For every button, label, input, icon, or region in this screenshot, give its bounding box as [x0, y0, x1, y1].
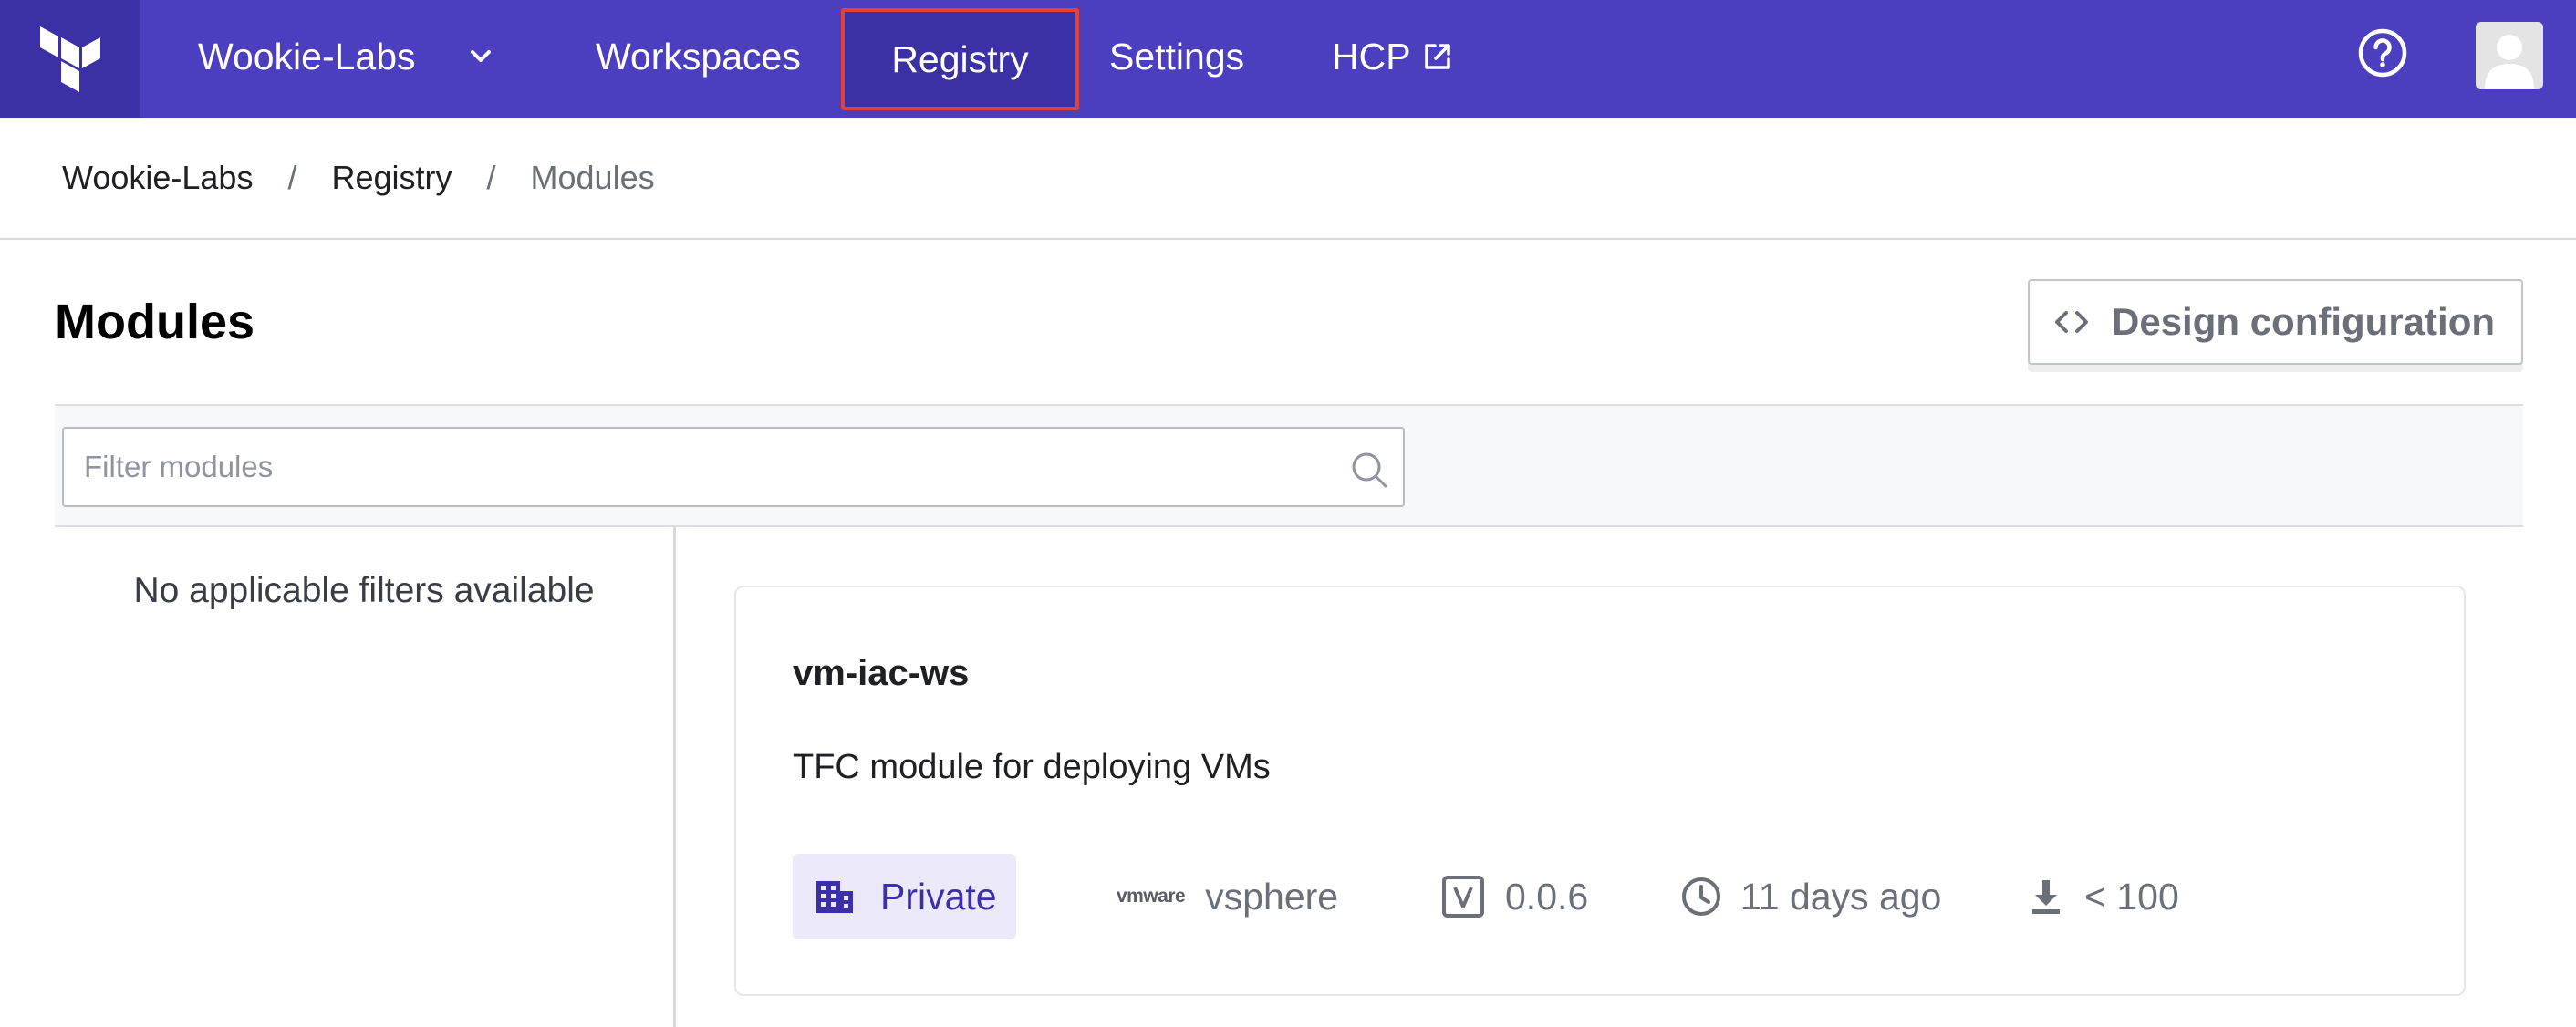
breadcrumb-separator: /: [287, 159, 297, 196]
breadcrumb-org[interactable]: Wookie-Labs: [62, 159, 253, 197]
filter-field: [62, 427, 1405, 507]
search-icon: [1352, 452, 1387, 488]
breadcrumb-separator: /: [486, 159, 496, 196]
download-icon: [2032, 880, 2060, 914]
terraform-logo[interactable]: [0, 0, 140, 118]
nav-hcp[interactable]: HCP: [1332, 27, 1453, 86]
user-avatar-icon: [2485, 35, 2534, 89]
module-provider: vmware vsphere: [1117, 854, 1338, 939]
module-updated: 11 days ago: [1680, 854, 1941, 939]
external-link-icon: [1424, 44, 1450, 69]
org-switcher[interactable]: Wookie-Labs: [198, 27, 494, 86]
nav-registry[interactable]: Registry: [841, 8, 1079, 110]
breadcrumb-modules: Modules: [530, 159, 655, 196]
filter-bar: [55, 404, 2523, 527]
vmware-logo: vmware: [1117, 886, 1186, 907]
design-configuration-label: Design configuration: [2112, 300, 2495, 343]
module-downloads: < 100: [2030, 854, 2179, 939]
nav-settings[interactable]: Settings: [1109, 27, 1244, 86]
breadcrumb: Wookie-Labs / Registry / Modules: [62, 155, 655, 201]
updated-label: 11 days ago: [1740, 875, 1942, 918]
chevron-down-icon: [467, 43, 494, 70]
code-icon: [2055, 311, 2088, 333]
breadcrumb-registry[interactable]: Registry: [331, 159, 452, 197]
divider: [0, 238, 2576, 240]
module-meta: Private vmware vsphere 0.0.6 11 days ago: [793, 854, 2435, 939]
module-name[interactable]: vm-iac-ws: [793, 653, 969, 694]
version-icon: [1442, 876, 1484, 918]
downloads-label: < 100: [2084, 875, 2179, 918]
version-label: 0.0.6: [1505, 875, 1589, 918]
clock-icon: [1682, 877, 1720, 916]
building-icon: [816, 881, 853, 913]
visibility-badge: Private: [793, 854, 1016, 939]
provider-name: vsphere: [1205, 875, 1339, 918]
design-configuration-button[interactable]: Design configuration: [2028, 279, 2523, 365]
filter-modules-input[interactable]: [64, 429, 1403, 505]
sidebar-divider: [673, 527, 676, 1027]
visibility-label: Private: [880, 875, 997, 918]
help-icon[interactable]: [2357, 27, 2408, 78]
org-name: Wookie-Labs: [198, 35, 416, 78]
module-description: TFC module for deploying VMs: [793, 748, 1271, 786]
no-filters-message: No applicable filters available: [133, 571, 595, 610]
module-version: 0.0.6: [1441, 854, 1588, 939]
nav-workspaces[interactable]: Workspaces: [596, 27, 801, 86]
top-nav: Wookie-Labs Workspaces Registry Settings…: [0, 0, 2576, 118]
avatar[interactable]: [2476, 22, 2543, 89]
terraform-logo-icon: [40, 26, 100, 92]
module-card[interactable]: vm-iac-ws TFC module for deploying VMs P…: [734, 586, 2466, 996]
nav-hcp-label: HCP: [1332, 35, 1411, 78]
page-title: Modules: [55, 295, 255, 349]
